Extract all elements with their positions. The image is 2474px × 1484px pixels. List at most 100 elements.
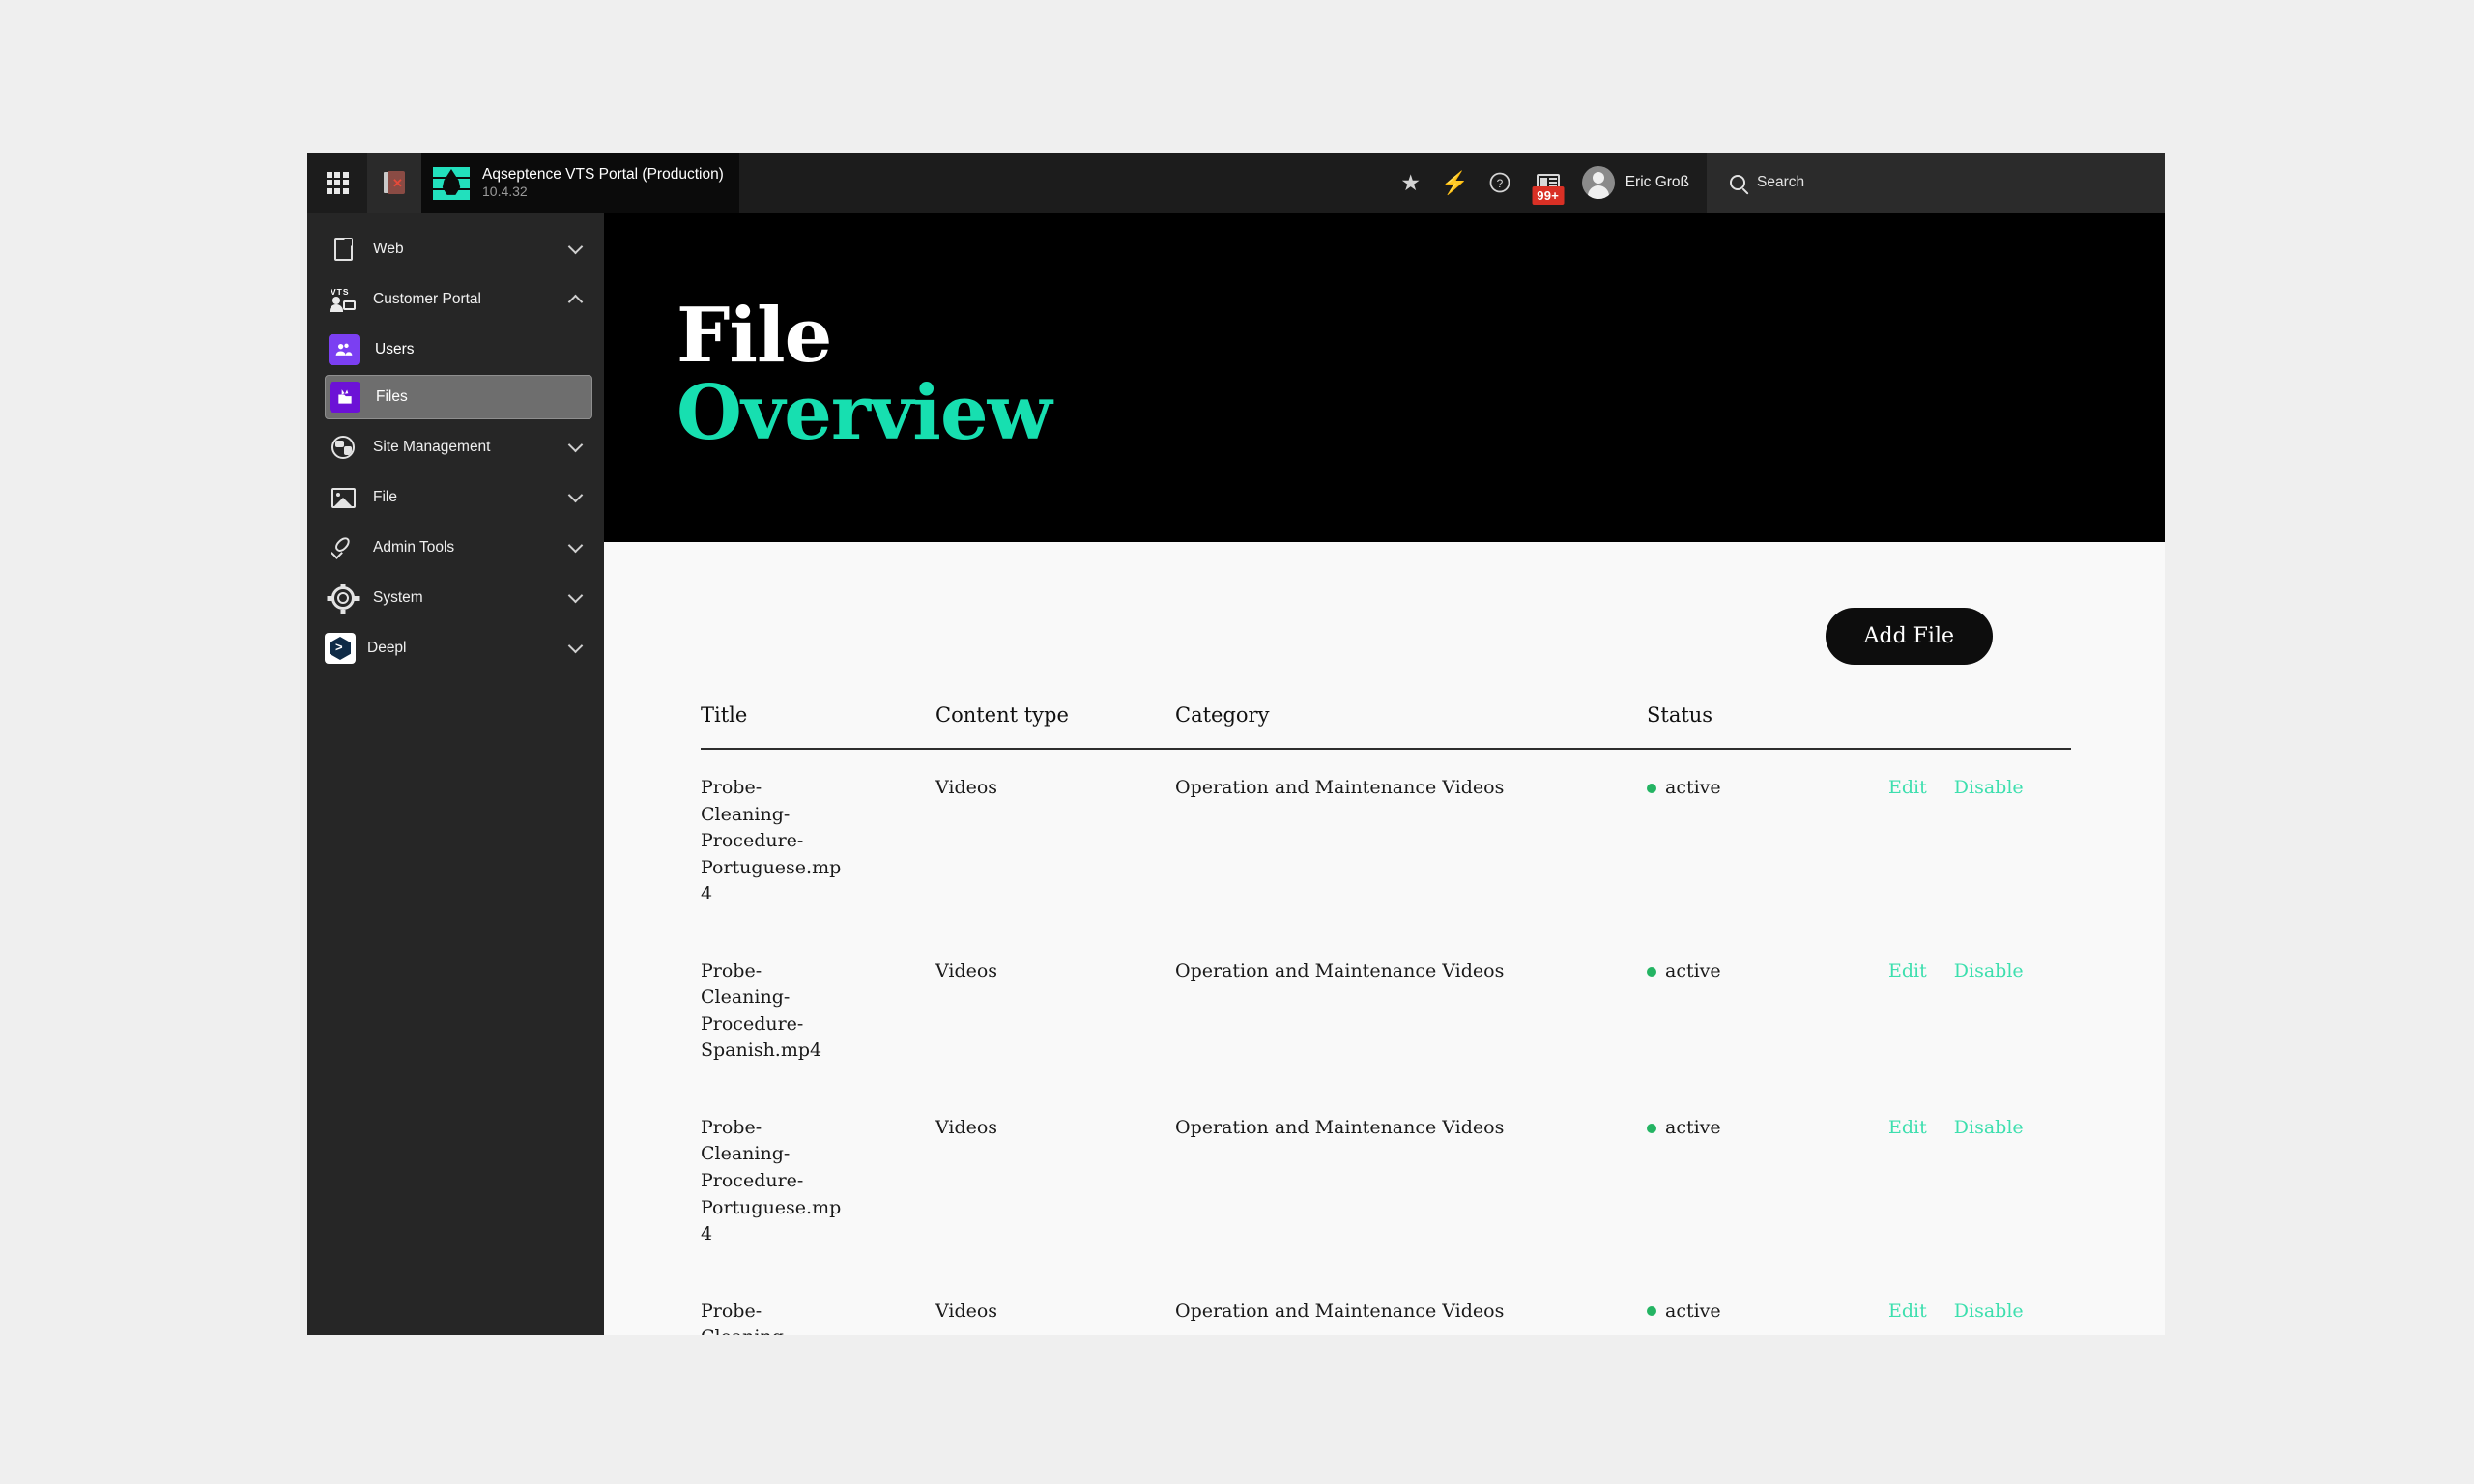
aqseptence-logo-icon bbox=[433, 166, 470, 200]
status-dot-icon bbox=[1647, 966, 1656, 977]
edit-link[interactable]: Edit bbox=[1888, 1117, 1927, 1138]
chevron-down-icon[interactable] bbox=[567, 239, 584, 255]
cell-content-type: Videos bbox=[935, 1299, 998, 1322]
brand-block[interactable]: Aqseptence VTS Portal (Production) 10.4.… bbox=[421, 153, 739, 213]
help-icon: ? bbox=[1489, 172, 1510, 193]
page-hero: File Overview bbox=[604, 213, 2165, 542]
notebook-button[interactable]: ✕ bbox=[367, 153, 421, 213]
cell-category: Operation and Maintenance Videos bbox=[1175, 777, 1505, 798]
sidebar-item-label: Users bbox=[375, 341, 415, 357]
content-toolbar: Add File bbox=[701, 542, 2070, 665]
sidebar-item-admin-tools[interactable]: Admin Tools bbox=[307, 523, 604, 573]
column-header-category[interactable]: Category bbox=[1175, 703, 1647, 750]
help-button[interactable]: ? bbox=[1478, 153, 1522, 213]
disable-link[interactable]: Disable bbox=[1954, 960, 2024, 982]
table-row[interactable]: Probe-Cleaning-Procedure-Portuguese.mp4 … bbox=[701, 1090, 2071, 1273]
chevron-down-icon[interactable] bbox=[567, 587, 584, 604]
app-launcher-button[interactable] bbox=[307, 153, 367, 213]
table-row[interactable]: Probe-Cleaning-Procedure-Portuguese.mp4 … bbox=[701, 749, 2071, 933]
table-body: Probe-Cleaning-Procedure-Portuguese.mp4 … bbox=[701, 749, 2071, 1335]
status-dot-icon bbox=[1647, 1306, 1656, 1317]
top-header-bar: ✕ Aqseptence VTS Portal (Production) 10.… bbox=[307, 153, 2165, 213]
sidebar-item-customer-portal[interactable]: VTS Customer Portal bbox=[307, 274, 604, 325]
avatar bbox=[1581, 166, 1615, 199]
search-icon bbox=[1730, 175, 1745, 190]
edit-link[interactable]: Edit bbox=[1888, 777, 1927, 798]
portal-version: 10.4.32 bbox=[482, 183, 528, 199]
table-header-row: Title Content type Category Status bbox=[701, 703, 2071, 750]
column-header-actions bbox=[1888, 703, 2071, 750]
table-row[interactable]: Probe-Cleaning-Procedure-Spanish.mp4 Vid… bbox=[701, 933, 2071, 1090]
page-title: File bbox=[676, 292, 832, 380]
quick-actions-button[interactable]: ⚡ bbox=[1433, 153, 1478, 213]
edit-link[interactable]: Edit bbox=[1888, 1300, 1927, 1322]
sidebar-item-system[interactable]: System bbox=[307, 573, 604, 623]
chevron-up-icon[interactable] bbox=[567, 294, 584, 309]
sidebar-item-label: File bbox=[373, 489, 397, 505]
files-table: Title Content type Category Status Probe… bbox=[701, 703, 2071, 1335]
sidebar-item-files[interactable]: Files bbox=[325, 375, 592, 419]
chevron-down-icon[interactable] bbox=[567, 437, 584, 453]
sidebar-item-web[interactable]: Web bbox=[307, 224, 604, 274]
sidebar-item-label: Deepl bbox=[367, 640, 407, 656]
status-badge: active bbox=[1665, 1116, 1721, 1138]
column-header-title[interactable]: Title bbox=[701, 703, 935, 750]
cell-content-type: Videos bbox=[935, 959, 998, 982]
table-row[interactable]: Probe-Cleaning-Procedure- Videos Operati… bbox=[701, 1273, 2071, 1335]
image-icon bbox=[329, 483, 358, 512]
disable-link[interactable]: Disable bbox=[1954, 1117, 2024, 1138]
status-badge: active bbox=[1665, 777, 1721, 798]
column-header-content-type[interactable]: Content type bbox=[935, 703, 1175, 750]
chevron-down-icon[interactable] bbox=[567, 487, 584, 503]
sidebar-item-file[interactable]: File bbox=[307, 472, 604, 523]
status-badge: active bbox=[1665, 1299, 1721, 1322]
status-dot-icon bbox=[1647, 783, 1656, 793]
user-menu[interactable]: Eric Groß bbox=[1574, 153, 1707, 213]
notification-count-badge: 99+ bbox=[1532, 186, 1565, 205]
vts-portal-icon: VTS bbox=[329, 285, 358, 314]
add-file-button[interactable]: Add File bbox=[1825, 608, 1993, 665]
status-badge: active bbox=[1665, 959, 1721, 982]
users-icon bbox=[329, 334, 360, 365]
topbar-icon-group: ★ ⚡ ? 99+ bbox=[1389, 153, 1574, 213]
svg-text:?: ? bbox=[1496, 177, 1503, 190]
sidebar-item-label: Customer Portal bbox=[373, 291, 481, 307]
cell-title: Probe-Cleaning-Procedure-Spanish.mp4 bbox=[701, 959, 822, 1062]
chevron-down-icon[interactable] bbox=[567, 638, 584, 654]
sidebar-item-label: Files bbox=[376, 388, 408, 405]
search-input[interactable]: Search bbox=[1707, 153, 2165, 213]
chevron-down-icon[interactable] bbox=[567, 537, 584, 554]
sidebar-item-deepl[interactable]: Deepl bbox=[307, 623, 604, 673]
search-placeholder: Search bbox=[1757, 174, 1805, 190]
column-header-status[interactable]: Status bbox=[1647, 703, 1888, 750]
cell-category: Operation and Maintenance Videos bbox=[1175, 959, 1505, 982]
main-content: File Overview Add File Title Content typ… bbox=[604, 213, 2165, 1335]
cell-category: Operation and Maintenance Videos bbox=[1175, 1299, 1505, 1322]
bolt-icon: ⚡ bbox=[1441, 169, 1469, 195]
sidebar-item-label: Web bbox=[373, 241, 404, 257]
cell-title: Probe-Cleaning-Procedure-Portuguese.mp4 bbox=[701, 777, 842, 905]
deepl-icon bbox=[325, 633, 356, 664]
cell-content-type: Videos bbox=[935, 1116, 998, 1138]
news-notifications-button[interactable]: 99+ bbox=[1522, 153, 1574, 213]
gear-icon bbox=[329, 584, 358, 613]
edit-link[interactable]: Edit bbox=[1888, 960, 1927, 982]
disable-link[interactable]: Disable bbox=[1954, 1300, 2024, 1322]
grid-apps-icon bbox=[326, 171, 349, 194]
star-icon: ★ bbox=[1400, 169, 1421, 195]
cell-title: Probe-Cleaning-Procedure-Portuguese.mp4 bbox=[701, 1116, 842, 1245]
table-head: Title Content type Category Status bbox=[701, 703, 2071, 750]
notebook-icon: ✕ bbox=[384, 171, 405, 194]
rocket-icon bbox=[329, 533, 358, 562]
page-icon bbox=[329, 235, 358, 264]
files-icon bbox=[330, 382, 360, 413]
disable-link[interactable]: Disable bbox=[1954, 777, 2024, 798]
sidebar-item-site-management[interactable]: Site Management bbox=[307, 422, 604, 472]
sidebar-item-users[interactable]: Users bbox=[325, 328, 592, 372]
cell-title: Probe-Cleaning-Procedure- bbox=[701, 1299, 790, 1335]
portal-title: Aqseptence VTS Portal (Production) bbox=[482, 165, 724, 183]
cell-content-type: Videos bbox=[935, 777, 998, 798]
status-dot-icon bbox=[1647, 1123, 1656, 1133]
favorites-button[interactable]: ★ bbox=[1389, 153, 1433, 213]
page-subtitle: Overview bbox=[676, 368, 1052, 457]
